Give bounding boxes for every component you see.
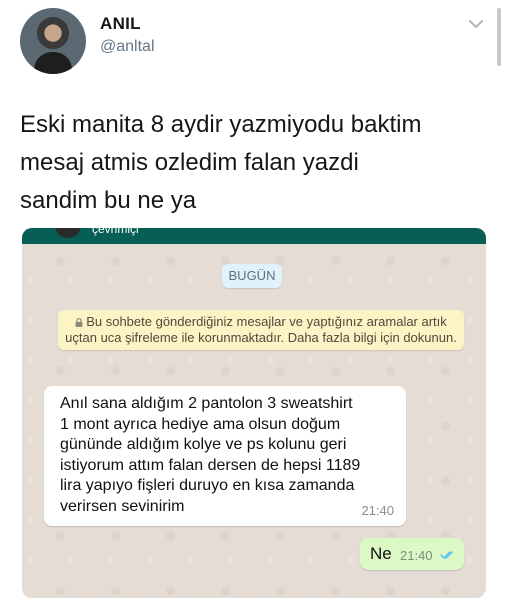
message-time: 21:40: [400, 548, 433, 563]
profile-avatar[interactable]: [20, 8, 86, 74]
tweet-text: Eski manita 8 aydir yazmiyodu baktim mes…: [20, 106, 490, 220]
user-handle[interactable]: @anltal: [100, 38, 155, 56]
tweet-text-line: Eski manita 8 aydir yazmiyodu baktim: [20, 111, 422, 138]
incoming-message: Anıl sana aldığım 2 pantolon 3 sweatshir…: [44, 386, 406, 526]
encryption-notice: Bu sohbete gönderdiğiniz mesajlar ve yap…: [58, 310, 464, 350]
message-text: Ne: [370, 544, 392, 563]
message-text: Anıl sana aldığım 2 pantolon 3 sweatshir…: [60, 394, 396, 517]
display-name[interactable]: ANIL: [100, 14, 141, 34]
double-check-icon: [440, 551, 453, 559]
message-line: istiyorum attım falan dersen de hepsi 11…: [60, 456, 361, 474]
tweet-text-line: mesaj atmis ozledim falan yazdi: [20, 149, 359, 176]
message-line: Anıl sana aldığım 2 pantolon 3 sweatshir…: [60, 395, 353, 412]
scrollbar[interactable]: [497, 8, 501, 66]
message-time: 21:40: [361, 503, 394, 518]
chevron-down-icon[interactable]: [466, 14, 486, 34]
contact-status: çevrimiçi: [92, 228, 139, 236]
message-line: verirsen sevinirim: [60, 497, 185, 515]
contact-avatar: [56, 228, 80, 238]
date-chip: BUGÜN: [222, 264, 282, 288]
message-line: lira yapıyo fişleri duruyo en kısa zaman…: [60, 477, 355, 494]
attached-chat-screenshot[interactable]: çevrimiçi BUGÜN Bu sohbete gönderdiğiniz…: [22, 228, 486, 598]
message-line: 1 mont ayrıca hediye ama olsun doğum: [60, 415, 341, 433]
chat-header: çevrimiçi: [22, 228, 486, 244]
outgoing-message: Ne 21:40: [360, 538, 464, 570]
message-line: gününde aldığım kolye ve ps kolunu geri: [60, 436, 347, 453]
encryption-notice-text: Bu sohbete gönderdiğiniz mesajlar ve yap…: [65, 314, 457, 345]
tweet-text-line: sandim bu ne ya: [20, 187, 197, 214]
lock-icon: [75, 318, 83, 327]
